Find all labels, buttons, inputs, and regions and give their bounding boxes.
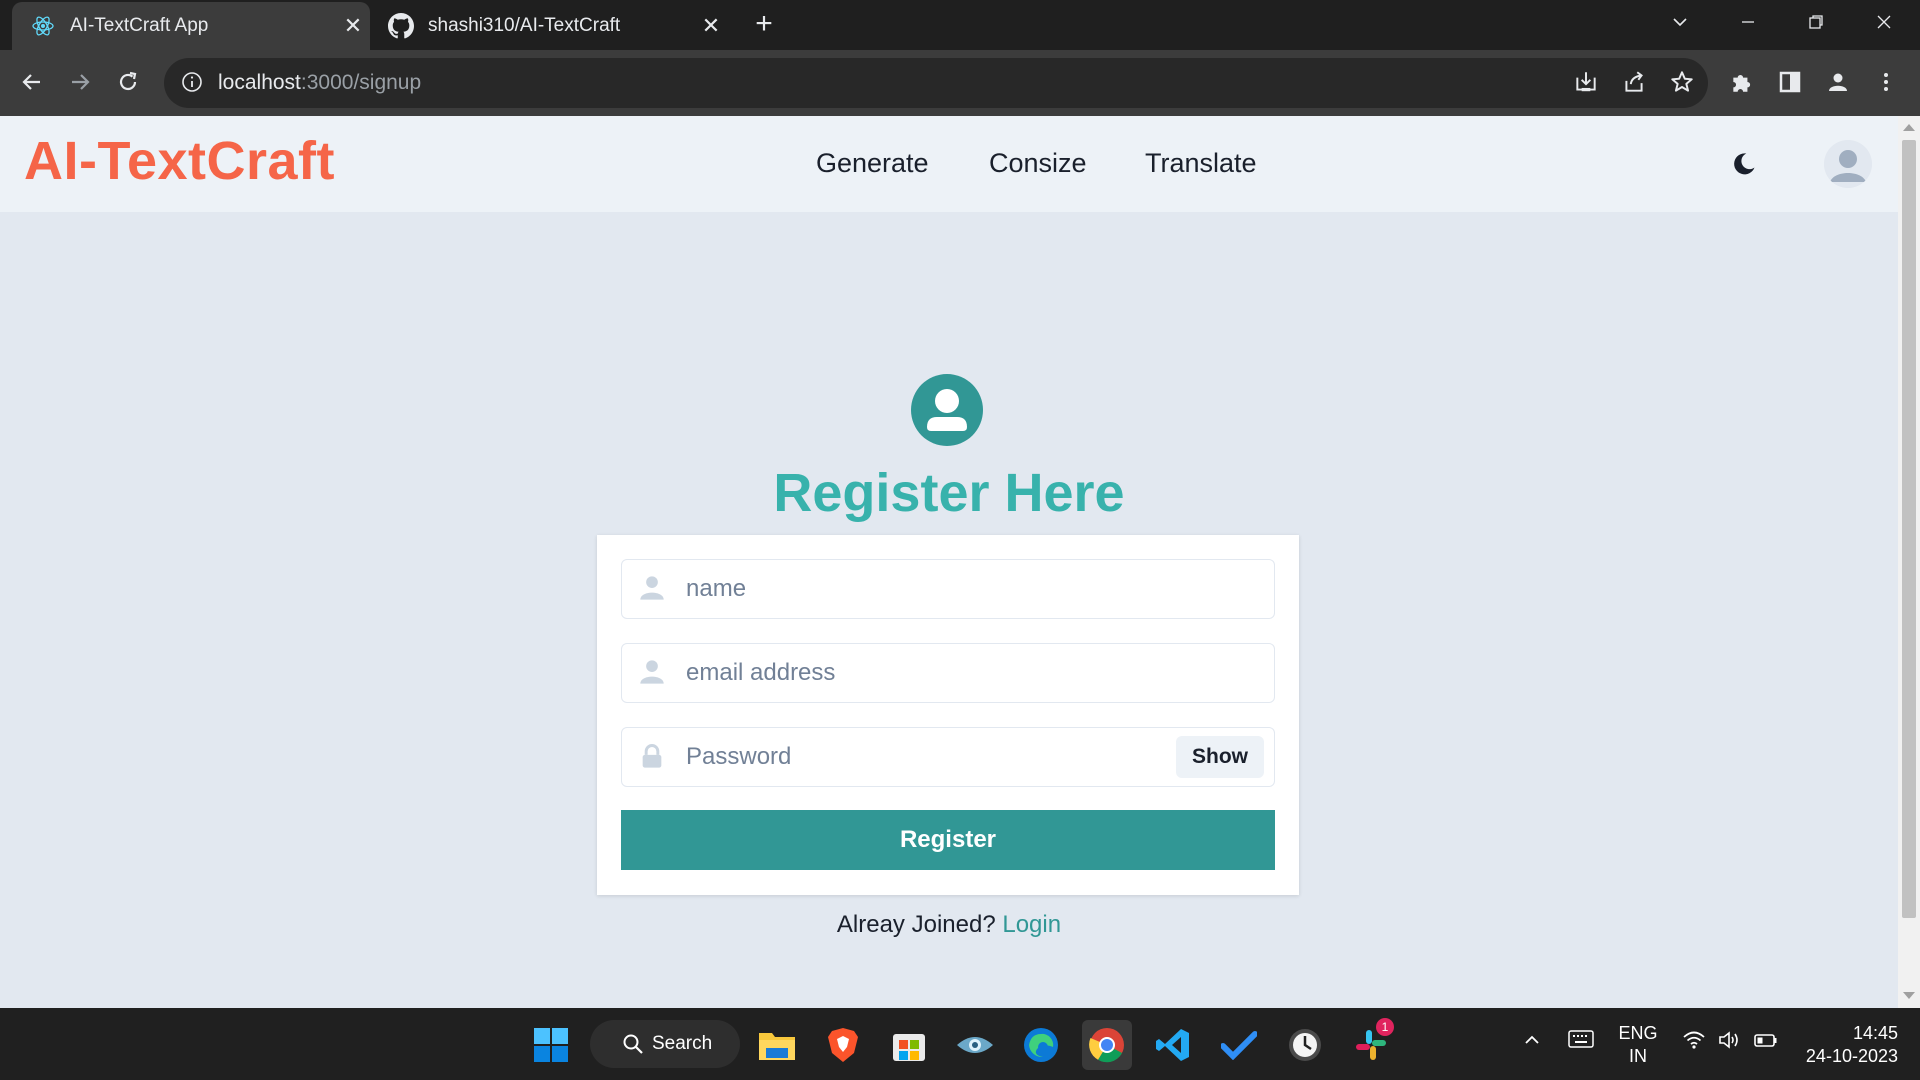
show-password-button[interactable]: Show bbox=[1176, 736, 1264, 778]
email-input[interactable]: email address bbox=[686, 659, 1274, 687]
profile-icon[interactable] bbox=[1820, 64, 1856, 100]
site-navbar: AI-TextCraft Generate Consize Translate bbox=[0, 116, 1898, 212]
battery-icon[interactable] bbox=[1752, 1030, 1780, 1056]
browser-tab-github[interactable]: shashi310/AI-TextCraft ✕ bbox=[370, 2, 728, 50]
search-label: Search bbox=[652, 1033, 713, 1054]
password-field[interactable]: Password Show bbox=[621, 727, 1275, 787]
language-indicator[interactable]: ENG IN bbox=[1612, 1022, 1664, 1068]
password-input[interactable]: Password bbox=[686, 743, 1176, 771]
tab-search-icon[interactable] bbox=[1646, 0, 1714, 44]
bookmark-star-icon[interactable] bbox=[1664, 64, 1700, 100]
slack-icon[interactable]: 1 bbox=[1346, 1018, 1396, 1070]
brand-logo[interactable]: AI-TextCraft bbox=[24, 130, 335, 192]
page-title: Register Here bbox=[773, 463, 1125, 523]
tab-title: AI-TextCraft App bbox=[70, 15, 209, 36]
page-scrollbar[interactable] bbox=[1898, 116, 1920, 1008]
lock-icon bbox=[638, 742, 668, 772]
site-info-icon[interactable] bbox=[180, 70, 206, 96]
tray-overflow-icon[interactable] bbox=[1520, 1030, 1544, 1056]
page-content: AI-TextCraft Generate Consize Translate … bbox=[0, 116, 1898, 1008]
windows-start-icon[interactable] bbox=[526, 1020, 576, 1070]
wifi-icon[interactable] bbox=[1680, 1030, 1708, 1056]
already-joined-label: Alreay Joined? bbox=[836, 911, 996, 938]
install-app-icon[interactable] bbox=[1568, 64, 1604, 100]
user-circle-icon bbox=[910, 373, 984, 447]
avatar[interactable] bbox=[1824, 140, 1872, 188]
eye-app-icon[interactable] bbox=[950, 1020, 1000, 1070]
nav-link-consize[interactable]: Consize bbox=[989, 148, 1087, 179]
chrome-browser-icon[interactable] bbox=[1082, 1020, 1132, 1070]
address-bar[interactable]: localhost:3000/signup bbox=[164, 58, 1708, 108]
clock-date: 24-10-2023 bbox=[1805, 1046, 1898, 1066]
brave-browser-icon[interactable] bbox=[818, 1020, 868, 1070]
minimize-icon[interactable] bbox=[1714, 0, 1782, 44]
notification-badge: 1 bbox=[1376, 1018, 1394, 1036]
side-panel-icon[interactable] bbox=[1772, 64, 1808, 100]
language-code: ENG bbox=[1618, 1023, 1658, 1043]
todo-app-icon[interactable] bbox=[1214, 1020, 1264, 1070]
tab-title: shashi310/AI-TextCraft bbox=[428, 15, 621, 36]
scrollbar-thumb[interactable] bbox=[1902, 140, 1916, 918]
taskbar-search[interactable]: Search bbox=[590, 1020, 740, 1068]
user-icon bbox=[638, 658, 668, 688]
file-explorer-icon[interactable] bbox=[752, 1020, 802, 1070]
close-tab-icon[interactable]: ✕ bbox=[336, 13, 370, 39]
scroll-up-icon[interactable] bbox=[1903, 124, 1915, 131]
region-code: IN bbox=[1629, 1046, 1647, 1066]
menu-kebab-icon[interactable] bbox=[1868, 64, 1904, 100]
close-tab-icon[interactable]: ✕ bbox=[694, 13, 728, 39]
url-path: :3000/signup bbox=[300, 71, 422, 94]
browser-toolbar: localhost:3000/signup bbox=[0, 50, 1920, 116]
browser-tab-bar: AI-TextCraft App ✕ shashi310/AI-TextCraf… bbox=[0, 0, 1920, 50]
register-form-card: name email address Password Show Registe… bbox=[597, 535, 1299, 895]
keyboard-icon[interactable] bbox=[1566, 1028, 1596, 1056]
user-icon bbox=[638, 574, 668, 604]
search-icon bbox=[622, 1033, 644, 1055]
back-icon[interactable] bbox=[14, 64, 50, 100]
already-joined-text: Alreay Joined? Login bbox=[0, 911, 1898, 939]
url-host: localhost bbox=[218, 71, 301, 94]
clock-app-icon[interactable] bbox=[1280, 1020, 1330, 1070]
nav-link-translate[interactable]: Translate bbox=[1145, 148, 1257, 179]
nav-link-generate[interactable]: Generate bbox=[816, 148, 929, 179]
close-window-icon[interactable] bbox=[1850, 0, 1918, 44]
github-icon bbox=[388, 13, 414, 39]
reload-icon[interactable] bbox=[110, 64, 146, 100]
browser-tab-ai-textcraft[interactable]: AI-TextCraft App ✕ bbox=[12, 2, 370, 50]
name-input[interactable]: name bbox=[686, 575, 1274, 603]
system-clock[interactable]: 14:45 24-10-2023 bbox=[1796, 1022, 1906, 1068]
dark-mode-toggle-icon[interactable] bbox=[1730, 150, 1760, 180]
scroll-down-icon[interactable] bbox=[1903, 992, 1915, 999]
vscode-icon[interactable] bbox=[1148, 1020, 1198, 1070]
extensions-icon[interactable] bbox=[1724, 64, 1760, 100]
react-icon bbox=[30, 13, 56, 39]
email-field[interactable]: email address bbox=[621, 643, 1275, 703]
register-button[interactable]: Register bbox=[621, 810, 1275, 870]
login-link[interactable]: Login bbox=[1002, 911, 1061, 938]
edge-browser-icon[interactable] bbox=[1016, 1020, 1066, 1070]
forward-icon[interactable] bbox=[62, 64, 98, 100]
new-tab-button[interactable]: + bbox=[748, 8, 780, 40]
volume-icon[interactable] bbox=[1716, 1030, 1744, 1056]
share-icon[interactable] bbox=[1616, 64, 1652, 100]
name-field[interactable]: name bbox=[621, 559, 1275, 619]
restore-icon[interactable] bbox=[1782, 0, 1850, 44]
windows-taskbar: Search 1 ENG IN 14:45 24-10-2023 bbox=[0, 1008, 1920, 1080]
microsoft-store-icon[interactable] bbox=[884, 1020, 934, 1070]
clock-time: 14:45 bbox=[1852, 1023, 1898, 1043]
